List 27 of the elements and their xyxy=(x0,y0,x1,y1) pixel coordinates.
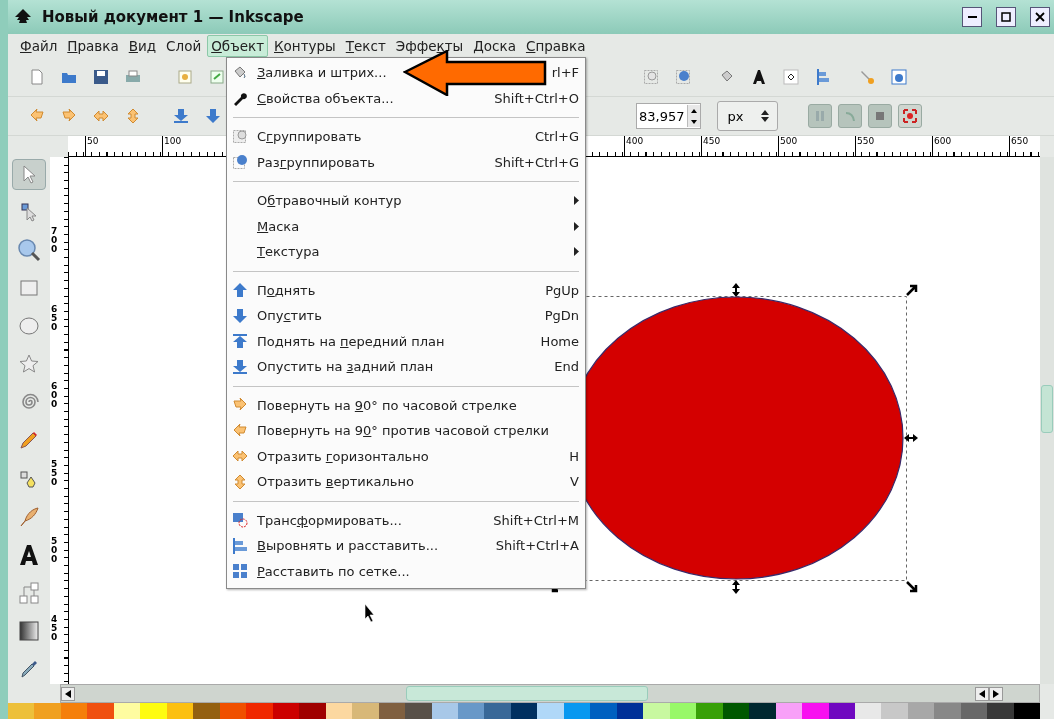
shortcut-label: PgUp xyxy=(545,282,579,298)
shortcut-label: Shift+Ctrl+O xyxy=(494,90,579,106)
ruler-label: 550 xyxy=(51,459,58,487)
ruler-label: 650 xyxy=(51,304,58,332)
ruler-label: 400 xyxy=(624,136,644,156)
shortcut-label: Shift+Ctrl+G xyxy=(494,154,579,170)
ruler-label: 550 xyxy=(855,136,875,156)
shortcut-label: End xyxy=(554,359,579,375)
window-title: Новый документ 1 — Inkscape xyxy=(42,8,305,26)
shortcut-label: Shift+Ctrl+A xyxy=(495,538,579,554)
ruler-label: 50 xyxy=(85,136,99,156)
shortcut-label: PgDn xyxy=(544,308,579,324)
ruler-label: 450 xyxy=(701,136,721,156)
ruler-label: 100 xyxy=(162,136,182,156)
shortcut-label: Home xyxy=(540,333,579,349)
ruler-label: 700 xyxy=(51,227,58,254)
shortcut-label: V xyxy=(570,474,579,490)
shortcut-label: Ctrl+G xyxy=(534,129,579,145)
ruler-label: 600 xyxy=(932,136,952,156)
shortcut-label: rl+F xyxy=(551,65,579,81)
shortcut-label: H xyxy=(569,448,579,464)
ruler-label: 600 xyxy=(51,382,58,409)
ruler-label: 500 xyxy=(778,136,798,156)
shortcut-label: Shift+Ctrl+M xyxy=(493,512,579,528)
ruler-label: 450 xyxy=(51,614,58,642)
ruler-label: 500 xyxy=(51,537,58,564)
ruler-label: 650 xyxy=(1009,136,1029,156)
